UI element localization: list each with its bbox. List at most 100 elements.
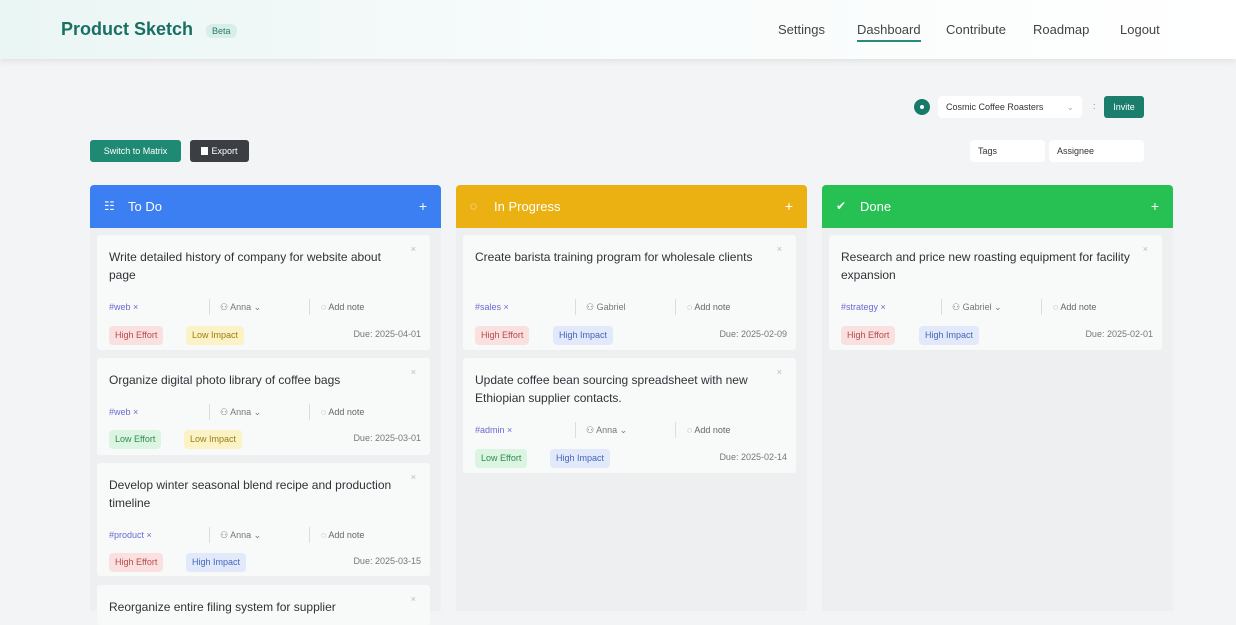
assignee-select[interactable]: ⚇ Gabriel ⌄ (952, 302, 1002, 313)
add-card-plus-icon[interactable]: + (419, 185, 427, 228)
due-date: Due: 2025-03-15 (353, 556, 421, 566)
card-assignee: Anna (230, 302, 252, 312)
card-meta: #web × ⚇ Anna ⌄ ◌ Add note (109, 299, 421, 318)
export-button[interactable]: Export (190, 140, 249, 162)
column-header-in-progress: ◌ In Progress + (456, 185, 807, 228)
card-note: Add note (328, 407, 365, 417)
impact-badge[interactable]: High Impact (553, 326, 614, 345)
add-note-button[interactable]: ◌ Add note (321, 407, 364, 417)
effort-badge[interactable]: High Effort (475, 326, 530, 345)
task-card[interactable]: Create barista training program for whol… (463, 235, 796, 350)
add-note-button[interactable]: ◌ Add note (687, 302, 730, 312)
chevron-down-icon: ⌄ (1066, 102, 1074, 112)
card-note: Add note (328, 530, 365, 540)
effort-badge[interactable]: High Effort (109, 553, 164, 572)
invite-button[interactable]: Invite (1104, 96, 1144, 118)
impact-badge[interactable]: High Impact (550, 449, 611, 468)
switch-to-matrix-button[interactable]: Switch to Matrix (90, 140, 181, 162)
nav-contribute[interactable]: Contribute (946, 22, 1006, 37)
x-icon[interactable]: × (777, 244, 782, 254)
x-icon[interactable]: × (777, 367, 782, 377)
card-title: Research and price new roasting equipmen… (841, 250, 1130, 282)
impact-badge[interactable]: Low Impact (184, 430, 243, 449)
assignee-select[interactable]: ⚇ Anna ⌄ (220, 407, 261, 418)
card-tag[interactable]: #admin × (475, 425, 512, 435)
due-date: Due: 2025-02-09 (719, 329, 787, 339)
x-icon[interactable]: × (411, 472, 416, 482)
x-icon[interactable]: × (411, 367, 416, 377)
card-meta: #strategy × ⚇ Gabriel ⌄ ◌ Add note (841, 299, 1153, 318)
card-tag[interactable]: #web × (109, 302, 138, 312)
nav-dashboard[interactable]: Dashboard (857, 22, 921, 42)
brand-logo[interactable]: Product Sketch (61, 19, 193, 40)
impact-badge[interactable]: High Impact (919, 326, 980, 345)
assignee-select[interactable]: ⚇ Gabriel (586, 302, 626, 313)
task-card[interactable]: Reorganize entire filing system for supp… (97, 585, 430, 625)
card-assignee: Anna (230, 407, 252, 417)
add-card-plus-icon[interactable]: + (785, 185, 793, 228)
x-icon[interactable]: × (1143, 244, 1148, 254)
nav-roadmap[interactable]: Roadmap (1033, 22, 1089, 37)
card-assignee: Anna (596, 425, 618, 435)
column-in-progress: ◌ In Progress + Create barista training … (456, 185, 807, 611)
card-meta: #web × ⚇ Anna ⌄ ◌ Add note (109, 404, 421, 423)
card-chips: High Effort High Impact Due: 2025-03-15 (109, 553, 421, 573)
card-meta: #product × ⚇ Anna ⌄ ◌ Add note (109, 527, 421, 546)
card-tag[interactable]: #web × (109, 407, 138, 417)
card-chips: High Effort High Impact Due: 2025-02-09 (475, 326, 787, 346)
x-icon[interactable]: × (411, 594, 416, 604)
card-chips: High Effort High Impact Due: 2025-02-01 (841, 326, 1153, 346)
task-card[interactable]: Develop winter seasonal blend recipe and… (97, 463, 430, 576)
card-title: Organize digital photo library of coffee… (109, 373, 341, 387)
card-note: Add note (1060, 302, 1097, 312)
double-check-icon: ✔ (836, 199, 847, 213)
nav-logout[interactable]: Logout (1120, 22, 1160, 37)
card-tag[interactable]: #strategy × (841, 302, 886, 312)
column-header-todo: ☷ To Do + (90, 185, 441, 228)
card-assignee: Anna (230, 530, 252, 540)
card-meta: #sales × ⚇ Gabriel ◌ Add note (475, 299, 787, 318)
file-icon (201, 147, 209, 155)
spinner-icon: ◌ (470, 199, 478, 213)
add-note-button[interactable]: ◌ Add note (321, 302, 364, 312)
column-header-done: ✔ Done + (822, 185, 1173, 228)
column-todo: ☷ To Do + Write detailed history of comp… (90, 185, 441, 625)
column-title: Done (860, 199, 892, 214)
effort-badge[interactable]: Low Effort (109, 430, 162, 449)
assignee-filter-input[interactable]: Assignee (1049, 140, 1144, 162)
org-avatar-icon[interactable] (914, 99, 930, 115)
org-select-value: Cosmic Coffee Roasters (946, 102, 1044, 112)
due-date: Due: 2025-03-01 (353, 433, 421, 443)
assignee-select[interactable]: ⚇ Anna ⌄ (220, 302, 261, 313)
impact-badge[interactable]: High Impact (186, 553, 247, 572)
task-card[interactable]: Organize digital photo library of coffee… (97, 358, 430, 455)
tags-filter-input[interactable]: Tags (970, 140, 1045, 162)
task-card[interactable]: Update coffee bean sourcing spreadsheet … (463, 358, 796, 473)
card-title: Develop winter seasonal blend recipe and… (109, 478, 392, 510)
checklist-icon: ☷ (104, 199, 115, 213)
impact-badge[interactable]: Low Impact (186, 326, 245, 345)
due-date: Due: 2025-02-01 (1085, 329, 1153, 339)
x-icon[interactable]: × (411, 244, 416, 254)
effort-badge[interactable]: Low Effort (475, 449, 528, 468)
add-note-button[interactable]: ◌ Add note (321, 530, 364, 540)
org-select[interactable]: Cosmic Coffee Roasters ⌄ (938, 96, 1082, 118)
task-card[interactable]: Research and price new roasting equipmen… (829, 235, 1162, 350)
nav-settings[interactable]: Settings (778, 22, 825, 37)
effort-badge[interactable]: High Effort (109, 326, 164, 345)
beta-badge: Beta (206, 24, 237, 38)
add-card-plus-icon[interactable]: + (1151, 185, 1159, 228)
card-tag[interactable]: #sales × (475, 302, 509, 312)
assignee-select[interactable]: ⚇ Anna ⌄ (220, 530, 261, 541)
card-title: Write detailed history of company for we… (109, 250, 381, 282)
add-note-button[interactable]: ◌ Add note (1053, 302, 1096, 312)
task-card[interactable]: Write detailed history of company for we… (97, 235, 430, 350)
card-tag[interactable]: #product × (109, 530, 152, 540)
card-chips: Low Effort High Impact Due: 2025-02-14 (475, 449, 787, 469)
assignee-select[interactable]: ⚇ Anna ⌄ (586, 425, 627, 436)
add-note-button[interactable]: ◌ Add note (687, 425, 730, 435)
column-done: ✔ Done + Research and price new roasting… (822, 185, 1173, 611)
effort-badge[interactable]: High Effort (841, 326, 896, 345)
card-assignee: Gabriel (962, 302, 992, 312)
column-title: To Do (128, 199, 162, 214)
